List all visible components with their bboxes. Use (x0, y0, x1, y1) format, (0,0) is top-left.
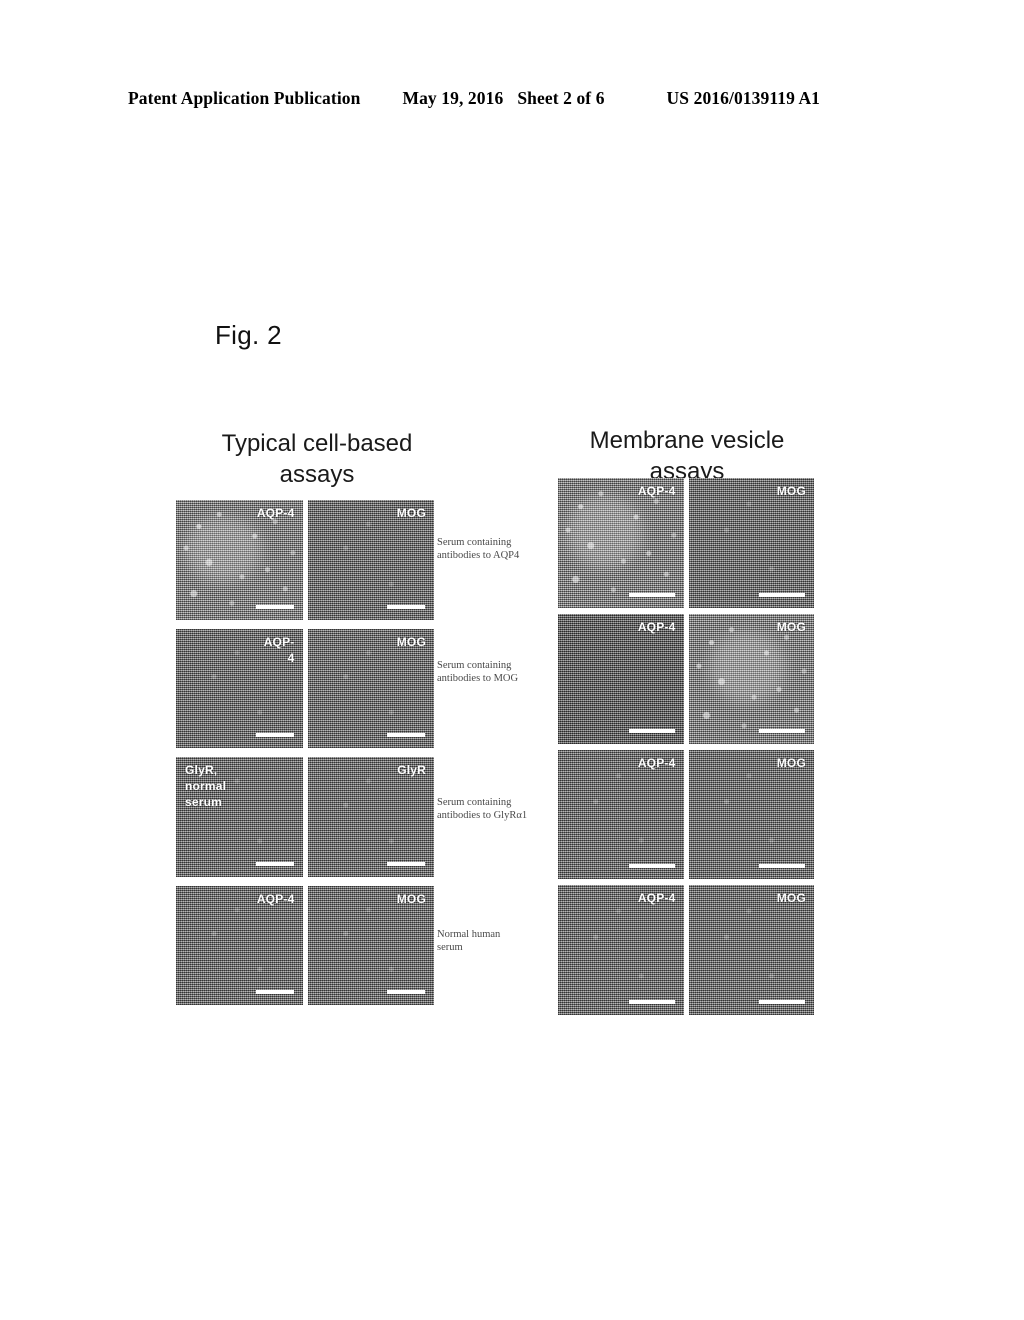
panel-label: AQP-4 (257, 505, 295, 521)
micrograph-panel: AQP-4 (176, 885, 303, 1005)
scale-bar (628, 728, 675, 733)
panel-label: AQP-4 (257, 891, 295, 907)
panel-label: AQP-4 (638, 483, 676, 499)
micrograph-panel: GlyR, normal serum (176, 757, 303, 877)
panel-label: MOG (777, 890, 806, 906)
panel-label-line: MOG (396, 891, 426, 906)
column-title-line-2: assays (279, 461, 355, 489)
panel-label-line: AQP-4 (256, 891, 295, 906)
scale-bar (255, 861, 294, 866)
panel-label-line: AQP-4 (256, 506, 295, 520)
row-label-line-1: Serum containing (437, 537, 512, 548)
column-title-typical-cell-based-assays: Typical cell-based assays (176, 428, 458, 490)
scale-bar (759, 592, 805, 597)
row-label-line-1: Normal human (437, 929, 501, 940)
panel-label: AQP-4 (638, 755, 676, 771)
panel-label: MOG (397, 891, 426, 907)
panel-label-line: AQP- (263, 634, 295, 649)
panel-label-line: serum (185, 795, 223, 810)
panel-label-line: AQP-4 (637, 891, 676, 906)
scale-bar (628, 864, 675, 869)
micrograph-panel: AQP-4 (558, 478, 684, 608)
panel-label-line: MOG (776, 755, 806, 770)
scale-bar (387, 604, 425, 609)
panel-label: GlyR, normal serum (185, 762, 226, 811)
row-label-line-1: Serum containing (437, 797, 512, 808)
panel-label-line: AQP-4 (637, 484, 676, 498)
micrograph-panel: AQP-4 (558, 749, 684, 880)
row-label-serum-glyr: Serum containing antibodies to GlyRα1 (437, 796, 555, 823)
panel-label-line: MOG (396, 634, 426, 649)
panel-label-line: MOG (396, 506, 426, 520)
scale-bar (255, 733, 294, 737)
micrograph-panel: MOG (688, 478, 814, 608)
panel-label-line: normal (185, 779, 227, 794)
micrograph-panel: AQP-4 (558, 613, 684, 744)
column-title-line-1: Membrane vesicle (589, 427, 785, 454)
micrograph-panel: GlyR (307, 757, 434, 877)
panel-label-line: AQP-4 (637, 755, 676, 770)
scale-bar (759, 864, 805, 869)
panel-label-line: MOG (776, 619, 806, 634)
figure-label: Fig. 2 (215, 320, 282, 350)
panel-label: AQP-4 (638, 619, 676, 635)
row-label-normal-human-serum: Normal human serum (437, 928, 555, 955)
panel-label-line: AQP-4 (637, 619, 676, 634)
micrograph-panel: MOG (307, 885, 434, 1005)
fluorescence-blob (183, 516, 262, 583)
scale-bar (255, 990, 294, 994)
panel-label-line: 4 (287, 650, 295, 665)
sheet-number: Sheet 2 of 6 (517, 88, 605, 108)
column-title-line-1: Typical cell-based (221, 430, 413, 457)
micrograph-panel: MOG (307, 500, 434, 620)
membrane-vesicle-assay-grid: AQP-4 MOG AQP-4 MOG AQP-4 MOG AQP-4 MOG (558, 478, 814, 1015)
row-label-line-2: serum (437, 942, 463, 954)
micrograph-panel: AQP-4 (176, 500, 303, 620)
scale-bar (255, 604, 294, 609)
publication-title: Patent Application Publication (128, 88, 361, 108)
row-label-line-2: antibodies to AQP4 (437, 550, 520, 562)
panel-label-line: MOG (776, 891, 806, 906)
publication-header: Patent Application Publication May 19, 2… (128, 88, 896, 109)
panel-label: GlyR (397, 762, 426, 778)
fluorescence-blob (708, 631, 787, 704)
fluorescence-blob (565, 496, 644, 568)
publication-date: May 19, 2016 (402, 88, 504, 108)
scale-bar (759, 728, 805, 733)
row-label-line-1: Serum containing (437, 660, 512, 671)
row-label-serum-aqp4: Serum containing antibodies to AQP4 (437, 536, 555, 563)
panel-label: MOG (397, 505, 426, 521)
scale-bar (387, 861, 425, 866)
row-label-line-2: antibodies to GlyRα1 (437, 810, 528, 822)
micrograph-panel: AQP-4 (176, 628, 303, 748)
panel-label: AQP-4 (264, 634, 295, 666)
micrograph-panel: MOG (688, 749, 814, 880)
panel-label-line: MOG (776, 484, 806, 498)
scale-bar (628, 592, 675, 597)
typical-cell-based-assay-grid: AQP-4 MOG AQP- 4 MOG GlyR, normal serum GlyR AQP-… (176, 500, 434, 1005)
scale-bar (387, 733, 425, 737)
scale-bar (759, 1000, 805, 1004)
panel-label: MOG (397, 634, 426, 650)
panel-label: MOG (777, 619, 806, 635)
micrograph-panel: MOG (307, 628, 434, 748)
panel-label-line: GlyR, (185, 763, 218, 777)
panel-label: AQP-4 (638, 890, 676, 906)
micrograph-panel: MOG (688, 613, 814, 744)
panel-label: MOG (777, 755, 806, 771)
micrograph-panel: MOG (688, 885, 814, 1015)
row-label-line-2: antibodies to MOG (437, 673, 519, 685)
micrograph-panel: AQP-4 (558, 885, 684, 1015)
row-label-serum-mog: Serum containing antibodies to MOG (437, 659, 555, 686)
scale-bar (387, 990, 425, 994)
scale-bar (628, 1000, 675, 1004)
patent-number: US 2016/0139119 A1 (666, 88, 821, 108)
panel-label-line: GlyR (397, 763, 426, 777)
panel-label: MOG (777, 483, 806, 499)
